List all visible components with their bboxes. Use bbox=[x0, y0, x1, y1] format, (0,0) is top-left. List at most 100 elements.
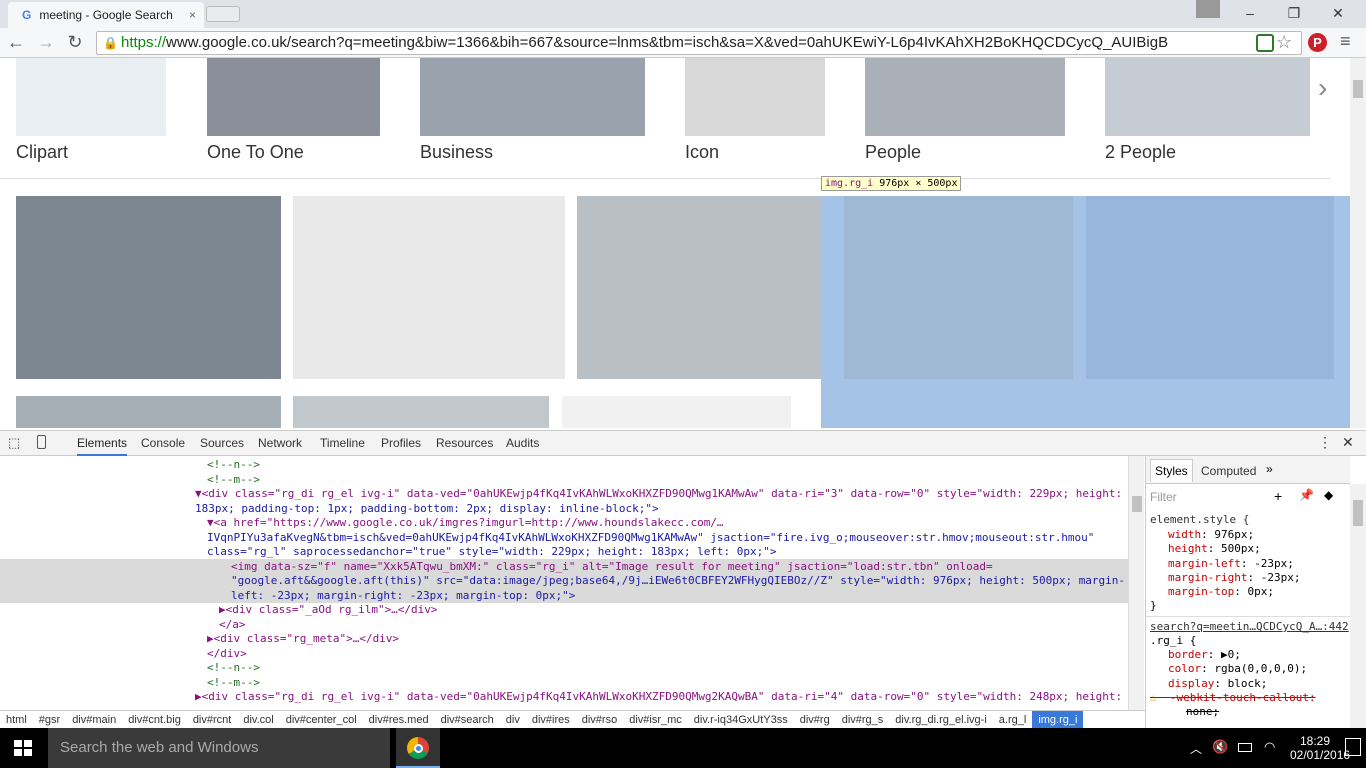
breadcrumb-item[interactable]: div#search bbox=[435, 711, 500, 729]
back-icon[interactable]: ← bbox=[4, 32, 28, 53]
breadcrumb-item[interactable]: div#ires bbox=[526, 711, 576, 729]
battery-icon[interactable] bbox=[1238, 743, 1252, 752]
breadcrumb-item[interactable]: #gsr bbox=[33, 711, 66, 729]
dom-node-line[interactable]: ▼<div class="rg_di rg_el ivg-i" data-ved… bbox=[195, 487, 1122, 502]
pinterest-icon[interactable]: P bbox=[1308, 33, 1327, 52]
property-name[interactable]: display bbox=[1168, 677, 1214, 690]
close-window-button[interactable]: ✕ bbox=[1316, 0, 1360, 26]
notifications-icon[interactable] bbox=[1345, 738, 1361, 756]
reload-icon[interactable]: ↻ bbox=[63, 32, 87, 53]
css-property[interactable]: margin-left: -23px; bbox=[1168, 557, 1294, 570]
dom-node-line[interactable]: </a> bbox=[219, 618, 246, 633]
property-name[interactable]: margin-left bbox=[1168, 557, 1241, 570]
tab-styles[interactable]: Styles bbox=[1150, 459, 1193, 482]
tab-computed[interactable]: Computed bbox=[1201, 464, 1256, 478]
dom-node-line[interactable]: <!--m--> bbox=[207, 473, 260, 488]
elements-scrollbar[interactable] bbox=[1128, 456, 1144, 710]
chevron-right-icon[interactable]: › bbox=[1318, 72, 1327, 104]
close-devtools-icon[interactable]: ✕ bbox=[1342, 434, 1354, 451]
wifi-icon[interactable]: ◠ bbox=[1264, 739, 1275, 755]
dom-node-line[interactable]: ▶<div class="rg_meta">…</div> bbox=[207, 632, 399, 647]
category-label[interactable]: Icon bbox=[685, 142, 719, 163]
property-value[interactable]: 500px; bbox=[1221, 542, 1261, 555]
tab-network[interactable]: Network bbox=[258, 436, 302, 450]
property-name[interactable]: margin-right bbox=[1168, 571, 1247, 584]
taskbar-search[interactable]: Search the web and Windows bbox=[48, 728, 390, 768]
tab-sources[interactable]: Sources bbox=[200, 436, 244, 450]
breadcrumb-item[interactable]: div bbox=[500, 711, 526, 729]
inspect-icon[interactable]: ⬚ bbox=[8, 435, 20, 451]
dom-node-line[interactable]: class="rg_l" saprocessedanchor="true" st… bbox=[207, 545, 777, 560]
breadcrumb-item[interactable]: div#res.med bbox=[363, 711, 435, 729]
category-image-clipart[interactable] bbox=[16, 58, 166, 136]
breadcrumb-item[interactable]: div#isr_mc bbox=[623, 711, 688, 729]
rule-source-link[interactable]: search?q=meetin…QCDCycQ_A…:442 bbox=[1150, 620, 1349, 633]
result-image[interactable] bbox=[293, 196, 565, 379]
property-value[interactable]: -23px; bbox=[1254, 557, 1294, 570]
toggle-element-state-icon[interactable]: ◆ bbox=[1324, 488, 1333, 502]
category-image-people[interactable] bbox=[865, 58, 1065, 136]
tab-console[interactable]: Console bbox=[141, 436, 185, 450]
dom-node-line[interactable]: left: -23px; margin-right: -23px; margin… bbox=[231, 589, 575, 604]
breadcrumb-item[interactable]: img.rg_i bbox=[1032, 710, 1084, 729]
category-image-2-people[interactable] bbox=[1105, 58, 1310, 136]
category-image-one-to-one[interactable] bbox=[207, 58, 380, 136]
chrome-taskbar-icon[interactable] bbox=[396, 728, 440, 768]
styles-filter-input[interactable]: Filter bbox=[1150, 490, 1177, 504]
dom-node-line[interactable]: <img data-sz="f" name="Xxk5ATqwu_bmXM:" … bbox=[231, 560, 993, 575]
css-property[interactable]: height: 500px; bbox=[1168, 542, 1261, 555]
category-label[interactable]: One To One bbox=[207, 142, 304, 163]
dom-node-line[interactable]: ▶<div class="rg_di rg_el ivg-i" data-ved… bbox=[195, 690, 1122, 705]
breadcrumb-item[interactable]: div#cnt.big bbox=[122, 711, 187, 729]
property-value[interactable]: block; bbox=[1228, 677, 1268, 690]
breadcrumb-item[interactable]: div.r-iq34GxUtY3ss bbox=[688, 711, 794, 729]
css-property[interactable]: margin-right: -23px; bbox=[1168, 571, 1300, 584]
menu-icon[interactable]: ≡ bbox=[1340, 31, 1351, 52]
property-value[interactable]: rgba(0,0,0,0); bbox=[1214, 662, 1307, 675]
dom-node-line[interactable]: IVqnPIYu3afaKvegN&tbm=isch&ved=0ahUKEwjp… bbox=[207, 531, 1094, 546]
browser-tab[interactable]: G meeting - Google Search × bbox=[8, 2, 204, 28]
dom-node-line[interactable]: ▶<div class="_aOd rg_ilm">…</div> bbox=[219, 603, 438, 618]
breadcrumb-item[interactable]: a.rg_l bbox=[993, 711, 1033, 729]
tray-chevron-icon[interactable]: ︿ bbox=[1190, 740, 1202, 757]
windows-start-icon[interactable] bbox=[14, 740, 32, 756]
css-property[interactable]: display: block; bbox=[1168, 677, 1267, 690]
css-property[interactable]: width: 976px; bbox=[1168, 528, 1254, 541]
category-label[interactable]: 2 People bbox=[1105, 142, 1176, 163]
dom-node-line[interactable]: <!--n--> bbox=[207, 458, 260, 473]
property-value[interactable]: 0px; bbox=[1247, 585, 1274, 598]
device-mode-icon[interactable] bbox=[37, 435, 46, 449]
result-image[interactable] bbox=[562, 396, 791, 428]
property-value[interactable]: ▶0; bbox=[1221, 648, 1241, 661]
new-tab-button[interactable] bbox=[206, 6, 240, 22]
dom-node-line[interactable]: "google.aft&&google.aft(this)" src="data… bbox=[231, 574, 1125, 589]
property-name[interactable]: margin-top bbox=[1168, 585, 1234, 598]
dom-node-line[interactable]: 183px; padding-top: 1px; padding-bottom:… bbox=[195, 502, 659, 517]
tab-audits[interactable]: Audits bbox=[506, 436, 539, 450]
highlighted-image[interactable] bbox=[821, 196, 1350, 428]
css-property[interactable]: border: ▶0; bbox=[1168, 648, 1241, 661]
result-image[interactable] bbox=[293, 396, 549, 428]
more-tabs-icon[interactable]: » bbox=[1266, 462, 1273, 476]
breadcrumb-item[interactable]: div.rg_di.rg_el.ivg-i bbox=[889, 711, 993, 729]
minimize-button[interactable]: – bbox=[1228, 0, 1272, 26]
category-image-business[interactable] bbox=[420, 58, 645, 136]
css-property[interactable]: margin-top: 0px; bbox=[1168, 585, 1274, 598]
breadcrumb-item[interactable]: div#main bbox=[66, 711, 122, 729]
breadcrumb-item[interactable]: html bbox=[0, 711, 33, 729]
more-options-icon[interactable]: ⋮ bbox=[1318, 434, 1332, 451]
tab-profiles[interactable]: Profiles bbox=[381, 436, 421, 450]
dom-node-line[interactable]: <!--m--> bbox=[207, 676, 260, 691]
dom-node-line[interactable]: </div> bbox=[207, 647, 247, 662]
category-label[interactable]: Clipart bbox=[16, 142, 68, 163]
dom-node-line[interactable]: ▼<a href="https://www.google.co.uk/imgre… bbox=[207, 516, 724, 531]
styles-scrollbar[interactable] bbox=[1350, 484, 1366, 728]
pin-icon[interactable]: 📌 bbox=[1299, 488, 1314, 502]
category-label[interactable]: People bbox=[865, 142, 921, 163]
tab-resources[interactable]: Resources bbox=[436, 436, 493, 450]
page-scrollbar[interactable] bbox=[1350, 58, 1366, 428]
category-label[interactable]: Business bbox=[420, 142, 493, 163]
tab-timeline[interactable]: Timeline bbox=[320, 436, 365, 450]
css-property[interactable]: color: rgba(0,0,0,0); bbox=[1168, 662, 1307, 675]
breadcrumb-item[interactable]: div#rcnt bbox=[187, 711, 238, 729]
